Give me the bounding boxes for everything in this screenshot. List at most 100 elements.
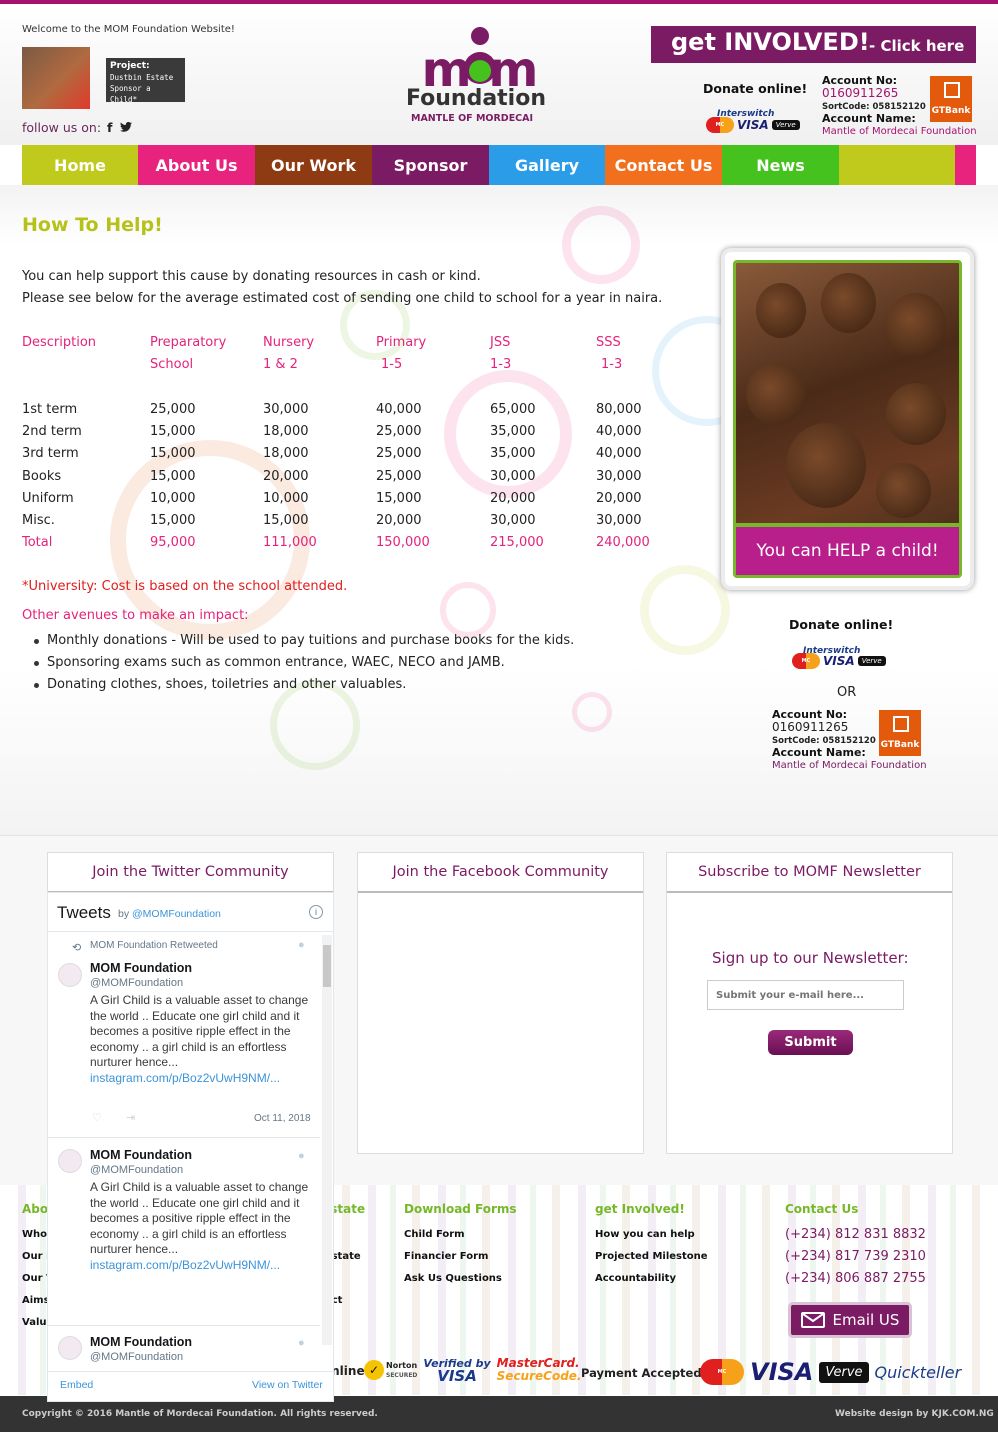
tweet-author[interactable]: MOM Foundation (90, 1148, 192, 1162)
table-row-label: Misc. (22, 513, 55, 528)
follow-label: follow us on: (22, 120, 102, 135)
table-cell: 25,000 (150, 402, 196, 417)
info-icon[interactable]: i (309, 905, 323, 919)
nav-item-home[interactable]: Home (22, 145, 138, 185)
sort-code: SortCode: 058152120 (822, 102, 926, 112)
tweet-link[interactable]: instagram.com/p/Boz2vUwH9NM/... (90, 1258, 280, 1272)
project-name: Dustbin Estate (110, 73, 174, 82)
table-header: 1-3 (490, 357, 512, 372)
other-avenues-title: Other avenues to make an impact: (22, 608, 249, 623)
footer-link[interactable]: Projected Milestone (595, 1251, 708, 1262)
twitter-timeline-widget[interactable]: Tweets by @MOMFoundation i ⟲ MOM Foundat… (47, 892, 334, 1402)
get-involved-button[interactable]: get INVOLVED! - Click here (651, 26, 976, 63)
tweets-handle[interactable]: @MOMFoundation (132, 908, 221, 920)
table-cell: 15,000 (150, 446, 196, 462)
account-name-label: Account Name: (772, 746, 866, 759)
newsletter-email-input[interactable] (707, 980, 904, 1010)
twitter-bird-icon: ● (298, 939, 305, 951)
footer-link[interactable]: How you can help (595, 1229, 695, 1240)
table-row-label: Total (22, 535, 53, 551)
security-badges: ✓ Norton SECURED Verified by VISA MasterC… (364, 1357, 582, 1384)
like-icon[interactable]: ♡ (92, 1111, 102, 1124)
verve-icon: Verve (857, 656, 886, 666)
copyright: Copyright © 2016 Mantle of Mordecai Foun… (22, 1409, 378, 1419)
footer-link[interactable]: Accountability (595, 1273, 676, 1284)
footer-link[interactable]: Ask Us Questions (404, 1273, 502, 1284)
table-cell: 25,000 (376, 468, 422, 484)
facebook-icon[interactable]: f (107, 120, 112, 135)
help-a-child-promo[interactable]: You can HELP a child! (721, 248, 974, 590)
table-header: School (150, 357, 194, 372)
table-row-label: Uniform (22, 490, 74, 506)
table-cell: 10,000 (150, 490, 196, 506)
project-label-heading: Project: (110, 61, 150, 71)
embed-link[interactable]: Embed (60, 1379, 93, 1391)
table-cell: 15,000 (150, 424, 196, 440)
table-cell: 15,000 (150, 468, 196, 484)
tweet-link[interactable]: instagram.com/p/Boz2vUwH9NM/... (90, 1071, 280, 1085)
nav-item-sponsor[interactable]: Sponsor (372, 145, 489, 185)
table-header: Primary (376, 335, 427, 350)
table-cell: 20,000 (490, 490, 536, 506)
tweet-date: Oct 11, 2018 (254, 1113, 311, 1124)
footer-link[interactable]: Child Form (404, 1229, 465, 1240)
table-cell: 30,000 (596, 468, 642, 484)
project-promo[interactable]: Project: Dustbin Estate Sponsor a Child* (22, 47, 185, 109)
avatar[interactable] (58, 1336, 82, 1360)
account-name-label: Account Name: (822, 112, 916, 125)
nav-item-news[interactable]: News (722, 145, 839, 185)
table-header: Nursery (263, 335, 315, 350)
mastercard-icon: MC (700, 1359, 744, 1385)
nav-spacer (839, 145, 955, 185)
table-cell: 20,000 (263, 468, 309, 484)
get-involved-label: get INVOLVED! (671, 28, 870, 56)
gtbank-logo: GTBank (879, 710, 921, 756)
view-on-twitter-link[interactable]: View on Twitter (252, 1379, 323, 1391)
email-us-button[interactable]: Email US (788, 1302, 912, 1338)
or-text: OR (837, 685, 857, 700)
twitter-bird-icon: ● (298, 1337, 305, 1349)
table-cell: 40,000 (376, 402, 422, 417)
nav-item-gallery[interactable]: Gallery (489, 145, 605, 185)
norton-badge: ✓ Norton SECURED (364, 1360, 417, 1380)
project-label: Project: Dustbin Estate Sponsor a Child* (106, 58, 185, 104)
newsletter-submit-button[interactable]: Submit (768, 1030, 853, 1055)
scrollbar[interactable] (322, 935, 332, 1345)
footer-link[interactable]: Financier Form (404, 1251, 488, 1262)
avatar[interactable] (58, 963, 82, 987)
share-icon[interactable]: ⇥ (126, 1111, 135, 1124)
table-cell: 95,000 (150, 535, 196, 551)
table-cell: 215,000 (490, 535, 544, 551)
table-header: 1-3 (601, 357, 623, 372)
list-item: Donating clothes, shoes, toiletries and … (32, 674, 574, 696)
mastercard-icon: MC (706, 117, 734, 133)
tweet-author[interactable]: MOM Foundation (90, 1335, 192, 1349)
norton-text: Norton (386, 1360, 418, 1370)
table-cell: 15,000 (376, 490, 422, 506)
table-cell: 15,000 (263, 513, 309, 528)
nav-item-about-us[interactable]: About Us (138, 145, 255, 185)
twitter-icon[interactable] (120, 120, 133, 135)
tweet-text: A Girl Child is a valuable asset to chan… (90, 1180, 309, 1256)
designer-credit[interactable]: Website design by KJK.COM.NG (835, 1409, 994, 1419)
norton-sub: SECURED (386, 1371, 418, 1379)
newsletter-heading: Sign up to our Newsletter: (712, 949, 909, 967)
university-note: *University: Cost is based on the school… (22, 579, 348, 594)
mom-foundation-logo[interactable]: m m Foundation MANTLE OF MORDECAI (398, 16, 562, 131)
click-here-label: - Click here (869, 37, 965, 55)
phone-number[interactable]: (+234) 817 739 2310 (785, 1249, 926, 1264)
table-cell: 20,000 (596, 490, 642, 506)
table-cell: 30,000 (263, 402, 309, 417)
phone-number[interactable]: (+234) 812 831 8832 (785, 1227, 926, 1242)
nav-item-our-work[interactable]: Our Work (255, 145, 372, 185)
table-row-label: 1st term (22, 402, 78, 417)
intro-text-1: You can help support this cause by donat… (22, 269, 481, 284)
retweeted-label: MOM Foundation Retweeted (90, 940, 218, 951)
phone-number[interactable]: (+234) 806 887 2755 (785, 1271, 926, 1286)
table-cell: 65,000 (490, 402, 536, 417)
twitter-bird-icon: ● (298, 1150, 305, 1162)
avatar[interactable] (58, 1149, 82, 1173)
nav-item-contact-us[interactable]: Contact Us (605, 145, 722, 185)
tweet-author[interactable]: MOM Foundation (90, 961, 192, 975)
table-header: 1 & 2 (263, 357, 298, 372)
